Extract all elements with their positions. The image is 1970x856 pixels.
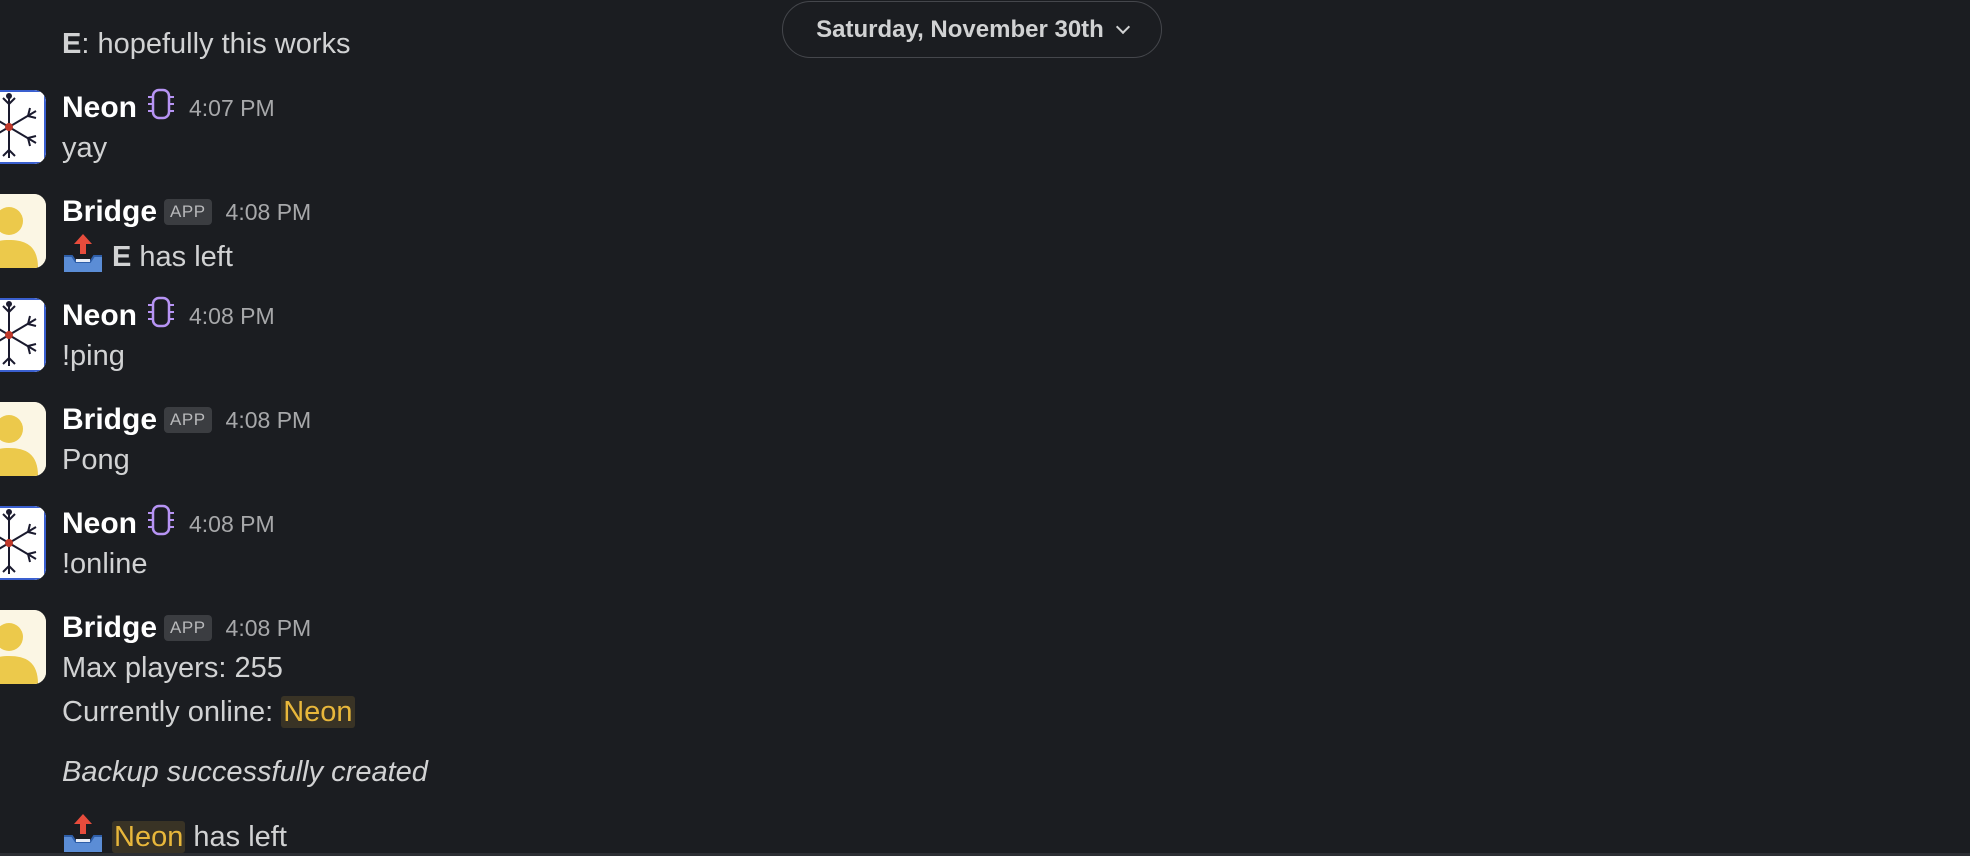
chip-icon: [148, 296, 174, 328]
avatar[interactable]: [0, 610, 46, 684]
user-mention[interactable]: Neon: [281, 696, 355, 728]
timestamp[interactable]: 4:08 PM: [226, 615, 312, 642]
message-header: Bridge APP 4:08 PM: [62, 400, 311, 440]
message-text: Pong: [62, 444, 130, 476]
message-fragment: Currently online:: [62, 696, 282, 728]
date-divider-label: Saturday, November 30th: [816, 15, 1104, 43]
outbox-tray-icon: [64, 814, 102, 852]
message-header: Neon 4:08 PM: [62, 296, 275, 336]
avatar[interactable]: [0, 194, 46, 268]
date-divider-button[interactable]: Saturday, November 30th: [782, 1, 1162, 58]
avatar[interactable]: [0, 402, 46, 476]
author-name[interactable]: Neon: [62, 91, 137, 125]
message-fragment: has left: [131, 241, 233, 273]
app-badge: APP: [164, 615, 212, 641]
timestamp[interactable]: 4:08 PM: [189, 303, 275, 330]
message-text: Backup successfully created: [62, 756, 428, 788]
avatar[interactable]: [0, 506, 46, 580]
author-name[interactable]: Bridge: [62, 403, 157, 437]
message-text: !ping: [62, 340, 125, 372]
timestamp[interactable]: 4:07 PM: [189, 95, 275, 122]
author-name[interactable]: Neon: [62, 299, 137, 333]
message-header: Bridge APP 4:08 PM: [62, 192, 311, 232]
message-header: Bridge APP 4:08 PM: [62, 608, 311, 648]
message-text: Currently online: Neon: [62, 696, 355, 729]
chip-icon: [148, 88, 174, 120]
avatar[interactable]: [0, 298, 46, 372]
message-text: !online: [62, 548, 148, 580]
message-text: yay: [62, 132, 108, 164]
message-text: E has left: [62, 232, 233, 274]
app-badge: APP: [164, 407, 212, 433]
message-fragment: : hopefully this works: [81, 28, 351, 60]
avatar[interactable]: [0, 90, 46, 164]
author-name[interactable]: Neon: [62, 507, 137, 541]
timestamp[interactable]: 4:08 PM: [226, 407, 312, 434]
chip-icon: [148, 504, 174, 536]
message-text: Max players: 255: [62, 652, 283, 684]
author-name[interactable]: Bridge: [62, 611, 157, 645]
message-header: Neon 4:07 PM: [62, 88, 275, 128]
outbox-tray-icon: [64, 234, 102, 272]
message-text: E: hopefully this works: [62, 28, 351, 61]
channel-message-pane: Saturday, November 30th E: hopefully thi…: [0, 0, 1970, 856]
timestamp[interactable]: 4:08 PM: [189, 511, 275, 538]
chevron-down-icon: [1115, 19, 1130, 35]
message-text: Neon has left: [62, 812, 287, 854]
message-fragment: has left: [185, 821, 287, 853]
message-header: Neon 4:08 PM: [62, 504, 275, 544]
timestamp[interactable]: 4:08 PM: [226, 199, 312, 226]
user-name: E: [112, 241, 132, 273]
author-name[interactable]: Bridge: [62, 195, 157, 229]
user-mention[interactable]: Neon: [112, 821, 186, 853]
app-badge: APP: [164, 199, 212, 225]
sender-name: E: [62, 28, 82, 60]
